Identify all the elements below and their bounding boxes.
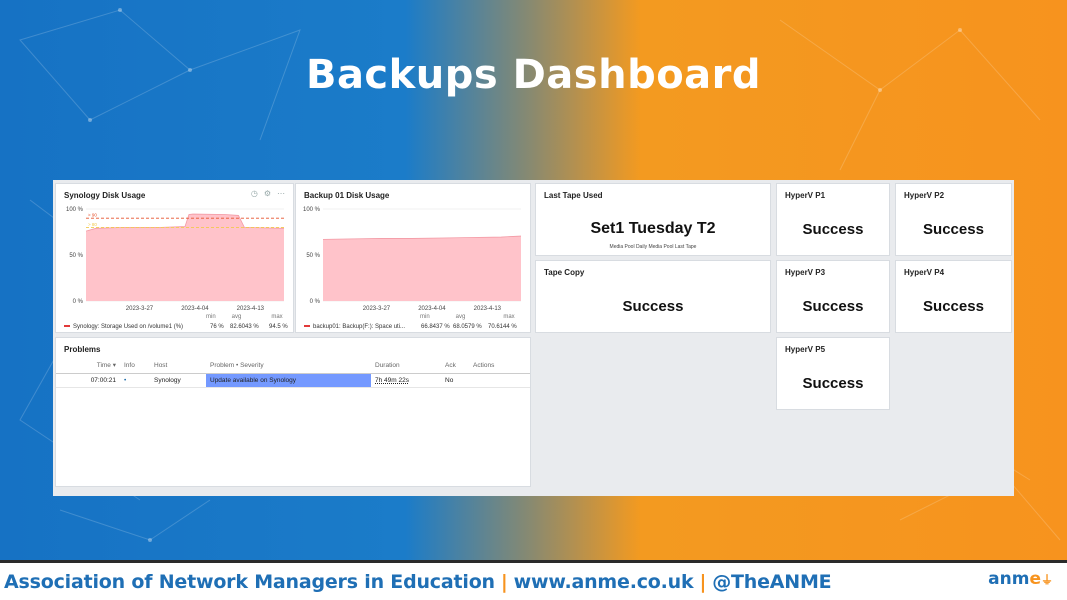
problem-actions[interactable] (469, 373, 530, 388)
slide-title: Backups Dashboard (305, 52, 762, 98)
footer-separator: | (500, 571, 508, 593)
stat-header-avg: avg (455, 314, 466, 320)
panel-title: HyperV P1 (785, 191, 826, 200)
stat-header-avg: avg (231, 314, 242, 320)
panel-title: Last Tape Used (544, 191, 603, 200)
legend-label: backup01: Backup(F:): Space uti... (313, 324, 406, 330)
stat-header-max: max (503, 314, 515, 320)
stat-max: 70.6144 % (488, 324, 517, 330)
panel-title: HyperV P3 (785, 268, 826, 277)
threshold-label: > 90 (88, 213, 97, 218)
x-tick-label: 2023-3-27 (363, 306, 391, 312)
panel-hyperv-p5[interactable]: HyperV P5 Success (776, 337, 890, 410)
logo-text: anm (988, 569, 1030, 589)
col-time[interactable]: Time ▾ (56, 358, 120, 374)
panel-title: Tape Copy (544, 268, 585, 277)
stat-min: 66.8437 % (421, 324, 450, 330)
panel-title: HyperV P4 (904, 268, 945, 277)
backup01-usage-chart[interactable]: 100 % 50 % 0 % 2023-3-27 2023-4-04 2023-4-13 (296, 184, 532, 314)
x-tick-label: 2023-3-27 (126, 306, 154, 312)
x-tick-label: 2023-4-04 (418, 306, 446, 312)
stat-header-min: min (420, 314, 430, 320)
panel-title: Problems (64, 345, 101, 354)
y-tick-label: 0 % (310, 299, 321, 305)
stat-max: 94.5 % (269, 324, 288, 330)
problems-table: Time ▾ Info Host Problem • Severity Dura… (56, 358, 530, 388)
stat-min: 76 % (210, 324, 224, 330)
stat-avg: 82.6043 % (230, 324, 259, 330)
y-tick-label: 100 % (66, 207, 84, 213)
table-row[interactable]: 07:00:21 • Synology Update available on … (56, 373, 530, 388)
last-tape-value: Set1 Tuesday T2 (590, 220, 716, 237)
x-tick-label: 2023-4-13 (237, 306, 265, 312)
footer-separator: | (699, 571, 707, 593)
backup01-stats: min avg max (420, 314, 515, 320)
footer: Association of Network Managers in Educa… (0, 563, 1067, 600)
panel-hyperv-p1[interactable]: HyperV P1 Success (776, 183, 890, 256)
legend-label: Synology: Storage Used on /volume1 (%) (73, 324, 184, 330)
panel-hyperv-p3[interactable]: HyperV P3 Success (776, 260, 890, 333)
y-tick-label: 50 % (306, 253, 320, 259)
panel-hyperv-p4[interactable]: HyperV P4 Success (895, 260, 1012, 333)
panel-title: HyperV P2 (904, 191, 945, 200)
legend-swatch (304, 325, 310, 328)
anme-logo: anme⏚ (988, 569, 1053, 589)
last-tape-subtitle: Media Pool Daily Media Pool Last Tape (609, 244, 697, 250)
x-tick-label: 2023-4-13 (474, 306, 502, 312)
footer-handle[interactable]: @TheANME (712, 571, 831, 593)
panel-backup01-disk-usage[interactable]: Backup 01 Disk Usage 100 % 50 % 0 % 2023-3-… (295, 183, 531, 333)
synology-legend[interactable]: Synology: Storage Used on /volume1 (%) 7… (64, 324, 295, 330)
panel-synology-disk-usage[interactable]: Synology Disk Usage ◷ ⚙ ⋯ 100 % 50 % 0 % > … (55, 183, 294, 333)
threshold-label: > 80 (88, 222, 97, 227)
col-host: Host (150, 358, 206, 374)
problem-duration[interactable]: 7h 49m 22s (371, 373, 441, 388)
plug-icon: ⏚ (1040, 573, 1053, 587)
footer-text: Association of Network Managers in Educa… (4, 571, 832, 593)
problem-description[interactable]: Update available on Synology (206, 373, 371, 388)
stat-avg: 68.0579 % (453, 324, 482, 330)
problem-ack[interactable]: No (441, 373, 469, 388)
panel-hyperv-p2[interactable]: HyperV P2 Success (895, 183, 1012, 256)
footer-website[interactable]: www.anme.co.uk (514, 571, 694, 593)
panel-title: HyperV P5 (785, 345, 826, 354)
status-value: Success (802, 221, 864, 238)
problem-host[interactable]: Synology (150, 373, 206, 388)
y-tick-label: 0 % (73, 299, 84, 305)
status-value: Success (622, 298, 684, 315)
y-tick-label: 50 % (69, 253, 83, 259)
logo-accent: e (1029, 569, 1041, 589)
status-value: Success (923, 298, 984, 315)
col-info: Info (120, 358, 150, 374)
synology-stats: min avg max (206, 314, 283, 320)
panel-last-tape-used[interactable]: Last Tape Used Set1 Tuesday T2 Media Poo… (535, 183, 771, 256)
status-value: Success (802, 298, 864, 315)
problem-time[interactable]: 07:00:21 (56, 373, 120, 388)
synology-usage-chart[interactable]: 100 % 50 % 0 % > 90 > 80 2023-3-27 2023-4-04 20… (56, 184, 295, 314)
y-tick-label: 100 % (303, 207, 321, 213)
series-area (323, 236, 521, 301)
col-problem: Problem • Severity (206, 358, 371, 374)
problems-header-row: Time ▾ Info Host Problem • Severity Dura… (56, 358, 530, 374)
stat-header-max: max (271, 314, 283, 320)
legend-swatch (64, 325, 70, 328)
col-actions: Actions (469, 358, 530, 374)
panel-problems[interactable]: Problems Time ▾ Info Host Problem • Seve… (55, 337, 531, 487)
panel-tape-copy[interactable]: Tape Copy Success (535, 260, 771, 333)
status-value: Success (923, 221, 984, 238)
stat-header-min: min (206, 314, 216, 320)
backup01-legend[interactable]: backup01: Backup(F:): Space uti... 66.84… (304, 324, 532, 330)
footer-org: Association of Network Managers in Educa… (4, 571, 495, 593)
x-tick-label: 2023-4-04 (181, 306, 209, 312)
status-value: Success (802, 375, 864, 392)
problem-info: • (120, 373, 150, 388)
dashboard: Synology Disk Usage ◷ ⚙ ⋯ 100 % 50 % 0 % > … (53, 180, 1014, 496)
series-area (86, 214, 284, 301)
col-ack: Ack (441, 358, 469, 374)
col-duration: Duration (371, 358, 441, 374)
